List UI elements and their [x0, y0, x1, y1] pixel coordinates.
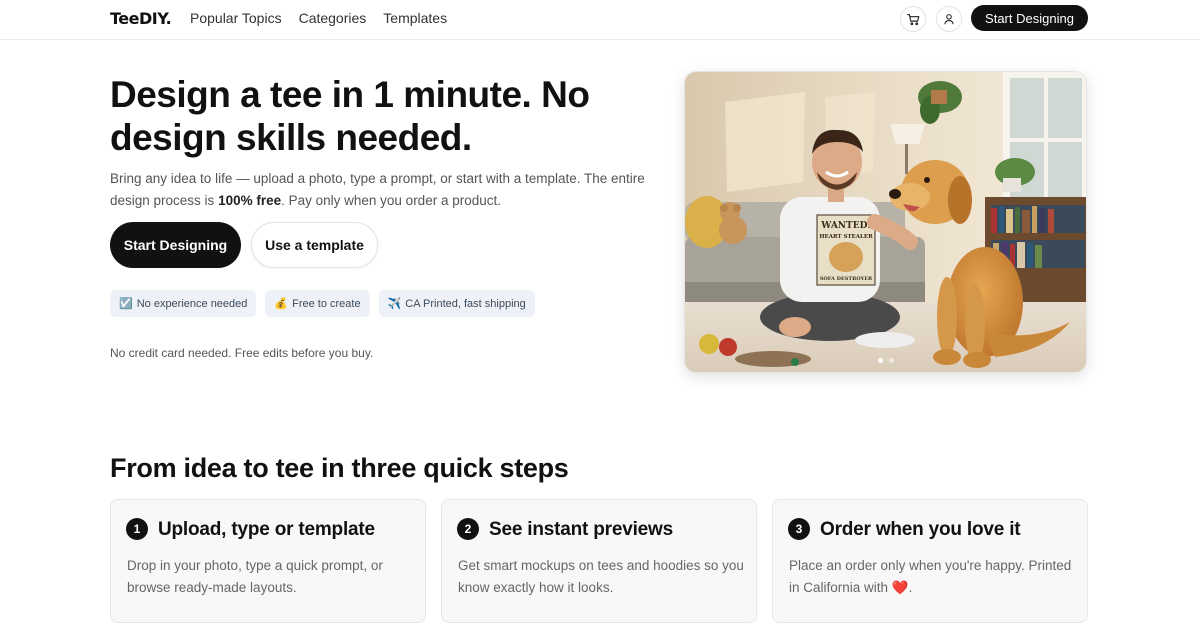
- nav-templates[interactable]: Templates: [383, 10, 447, 26]
- nav-popular-topics[interactable]: Popular Topics: [190, 10, 282, 26]
- checkbox-icon: ☑️: [119, 298, 133, 310]
- start-designing-button[interactable]: Start Designing: [110, 222, 241, 268]
- money-bag-icon: 💰: [274, 298, 289, 310]
- carousel-dots: [685, 358, 1086, 363]
- hero-title: Design a tee in 1 minute. No design skil…: [110, 74, 590, 158]
- feature-badges: ☑️ No experience needed 💰 Free to create…: [110, 290, 535, 317]
- shirt-print-text-3: SOFA DESTROYER: [820, 276, 873, 282]
- step-description: Drop in your photo, type a quick prompt,…: [127, 558, 383, 595]
- use-template-button[interactable]: Use a template: [251, 222, 378, 268]
- step-number-badge: 2: [457, 518, 479, 540]
- step-title: See instant previews: [489, 519, 673, 540]
- steps-section-title: From idea to tee in three quick steps: [110, 453, 569, 483]
- carousel-dot-1[interactable]: [877, 358, 883, 363]
- step-number-badge: 1: [126, 518, 148, 540]
- airplane-icon: ✈️: [387, 298, 402, 310]
- user-icon: [944, 14, 954, 25]
- main-nav: Popular Topics Categories Templates: [190, 10, 447, 26]
- badge-free-to-create: 💰 Free to create: [265, 290, 370, 317]
- badge-label: CA Printed, fast shipping: [405, 297, 526, 310]
- nav-categories[interactable]: Categories: [299, 10, 367, 26]
- account-button[interactable]: [936, 6, 962, 32]
- step-card-2: 2 See instant previews Get smart mockups…: [441, 499, 757, 623]
- header-start-designing-button[interactable]: Start Designing: [971, 5, 1088, 31]
- badge-label: No experience needed: [136, 297, 248, 310]
- step-card-1: 1 Upload, type or template Drop in your …: [110, 499, 426, 623]
- hero-image-carousel[interactable]: WANTED: HEART STEALER SOFA DESTROYER: [684, 71, 1087, 373]
- step-description: Get smart mockups on tees and hoodies so…: [458, 558, 744, 595]
- shirt-print-text-1: WANTED:: [820, 221, 870, 231]
- badge-no-experience: ☑️ No experience needed: [110, 290, 257, 317]
- step-description: Place an order only when you're happy. P…: [789, 558, 1072, 595]
- carousel-dot-2[interactable]: [888, 358, 894, 363]
- hero-desc-part-2: . Pay only when you order a product.: [281, 193, 501, 208]
- cart-button[interactable]: [900, 6, 926, 32]
- step-title: Order when you love it: [820, 519, 1021, 540]
- cart-icon: [906, 13, 919, 25]
- step-title: Upload, type or template: [158, 519, 375, 540]
- shirt-print-text-2: HEART STEALER: [819, 234, 873, 240]
- site-header: TeeDIY. Popular Topics Categories Templa…: [0, 0, 1200, 40]
- hero-desc-highlight: 100% free: [218, 193, 282, 208]
- hero-photo: WANTED: HEART STEALER SOFA DESTROYER: [685, 72, 1086, 372]
- badge-label: Free to create: [292, 297, 361, 310]
- no-credit-card-note: No credit card needed. Free edits before…: [110, 346, 374, 360]
- badge-ca-printed: ✈️ CA Printed, fast shipping: [378, 290, 535, 317]
- step-card-3: 3 Order when you love it Place an order …: [772, 499, 1088, 623]
- logo[interactable]: TeeDIY.: [110, 9, 172, 28]
- hero-description: Bring any idea to life — upload a photo,…: [110, 168, 670, 212]
- step-number-badge: 3: [788, 518, 810, 540]
